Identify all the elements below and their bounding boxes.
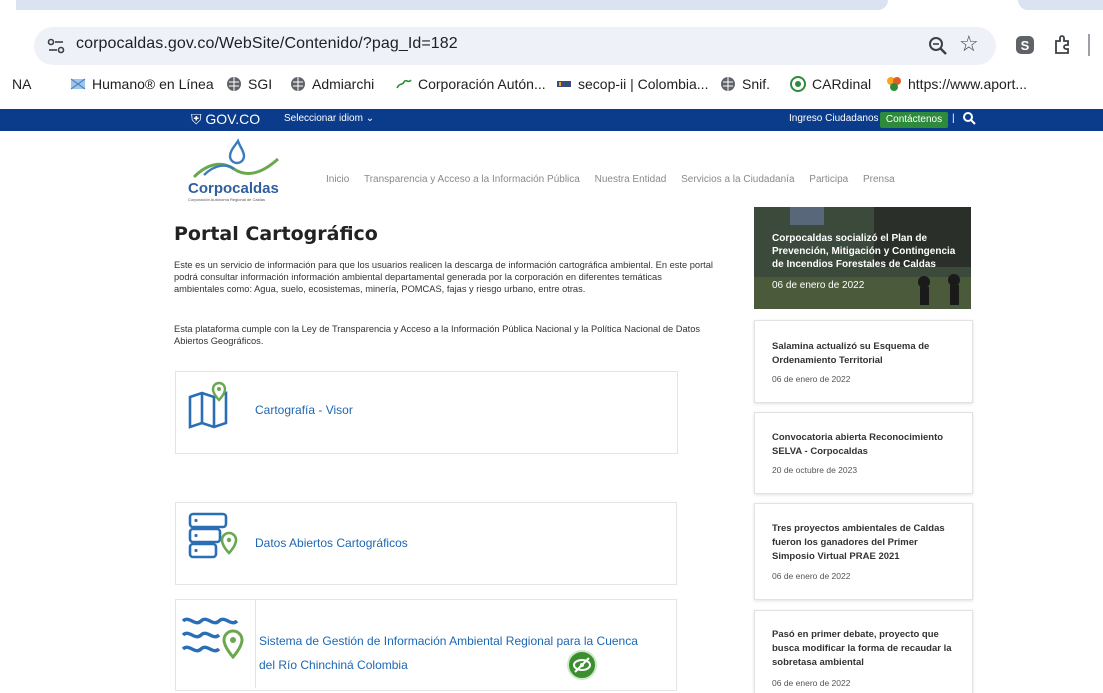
globe-icon xyxy=(227,77,241,91)
card-cartografia-visor[interactable] xyxy=(175,371,678,454)
bookmark-sgi[interactable]: SGI xyxy=(226,76,272,92)
bookmark-na[interactable]: NA xyxy=(12,76,31,92)
eye-off-icon xyxy=(573,657,591,673)
bookmarks-bar: NA Humano® en Línea SGI Admiarchi Corpor… xyxy=(0,73,1103,99)
tab-strip-band xyxy=(16,0,888,10)
zoom-icon[interactable] xyxy=(925,33,951,59)
news-date-4: 06 de enero de 2022 xyxy=(772,678,851,688)
bookmark-aportes[interactable]: https://www.aport... xyxy=(886,76,1027,92)
humano-icon xyxy=(70,78,86,90)
gov-separator: | xyxy=(952,113,955,124)
url-text[interactable]: corpocaldas.gov.co/WebSite/Contenido/?pa… xyxy=(76,35,458,53)
card-title-sistema-line1[interactable]: Sistema de Gestión de Información Ambien… xyxy=(259,634,638,648)
svg-text:Corpocaldas: Corpocaldas xyxy=(188,180,279,197)
card-title-sistema-line2[interactable]: del Río Chinchiná Colombia xyxy=(259,658,408,672)
news-title-4[interactable]: Pasó en primer debate, proyecto que busc… xyxy=(772,628,962,670)
globe-icon xyxy=(291,77,305,91)
tab-strip-band-right xyxy=(1018,0,1103,10)
news-date-3: 06 de enero de 2022 xyxy=(772,571,851,581)
nav-transparencia[interactable]: Transparencia y Acceso a la Información … xyxy=(364,174,580,185)
secop-icon xyxy=(557,81,571,87)
law-paragraph: Esta plataforma cumple con la Ley de Tra… xyxy=(174,324,701,346)
intro-paragraph: Este es un servicio de información para … xyxy=(174,260,713,294)
bookmark-humano[interactable]: Humano® en Línea xyxy=(70,76,214,92)
bookmark-admiarchi[interactable]: Admiarchi xyxy=(290,76,374,92)
search-icon[interactable] xyxy=(962,111,976,125)
card-title-datos-abiertos[interactable]: Datos Abiertos Cartográficos xyxy=(255,536,408,550)
accessibility-button[interactable] xyxy=(567,650,597,680)
cardinal-icon xyxy=(790,76,806,92)
nav-servicios[interactable]: Servicios a la Ciudadanía xyxy=(681,174,794,185)
gov-co-logo[interactable]: ⛨ GOV.CO xyxy=(191,111,260,128)
logo-drop-icon: Corpocaldas Corporación Autónoma Regiona… xyxy=(188,138,279,202)
nav-prensa[interactable]: Prensa xyxy=(863,174,895,185)
bookmark-corporacion[interactable]: Corporación Autón... xyxy=(396,76,546,92)
page-title: Portal Cartográfico xyxy=(174,223,378,245)
site-info-icon[interactable] xyxy=(46,37,66,55)
nav-nuestra-entidad[interactable]: Nuestra Entidad xyxy=(595,174,667,185)
gov-shield-icon: ⛨ xyxy=(191,111,202,127)
news-hero-title[interactable]: Corpocaldas socializó el Plan de Prevenc… xyxy=(772,232,962,271)
corpocaldas-logo[interactable]: Corpocaldas Corporación Autónoma Regiona… xyxy=(186,137,286,205)
extensions-puzzle-icon[interactable] xyxy=(1052,34,1074,56)
main-nav: Inicio Transparencia y Acceso a la Infor… xyxy=(326,174,907,185)
globe-icon xyxy=(721,77,735,91)
svg-text:Corporación Autónoma Regional: Corporación Autónoma Regional de Caldas xyxy=(188,197,265,202)
bookmark-snif[interactable]: Snif. xyxy=(720,76,770,92)
chevron-down-icon: ⌄ xyxy=(365,113,375,124)
map-pin-icon xyxy=(188,381,228,429)
skype-extension-icon[interactable]: S xyxy=(1015,35,1035,55)
card-datos-abiertos[interactable] xyxy=(175,502,677,585)
tab-strip xyxy=(0,0,1103,22)
news-date-1: 06 de enero de 2022 xyxy=(772,374,851,384)
bookmark-star-icon[interactable]: ☆ xyxy=(959,31,979,57)
water-location-icon xyxy=(181,617,244,660)
news-date-2: 20 de octubre de 2023 xyxy=(772,465,858,475)
nav-inicio[interactable]: Inicio xyxy=(326,174,349,185)
news-hero-date: 06 de enero de 2022 xyxy=(772,280,865,291)
svg-text:S: S xyxy=(1021,38,1030,53)
nav-participa[interactable]: Participa xyxy=(809,174,848,185)
toolbar-divider xyxy=(1088,34,1090,56)
bookmark-cardinal[interactable]: CARdinal xyxy=(790,76,871,92)
aportes-icon xyxy=(887,77,901,91)
server-location-icon xyxy=(188,512,238,559)
news-title-2[interactable]: Convocatoria abierta Reconocimiento SELV… xyxy=(772,431,962,459)
bookmark-secop[interactable]: secop-ii | Colombia... xyxy=(556,76,708,92)
language-selector[interactable]: Seleccionar idiom ⌄ xyxy=(284,113,374,124)
citizen-login-link[interactable]: Ingreso Ciudadanos | xyxy=(789,113,884,124)
news-title-3[interactable]: Tres proyectos ambientales de Caldas fue… xyxy=(772,522,962,564)
contact-button[interactable]: Contáctenos xyxy=(880,112,948,128)
corporacion-icon xyxy=(396,79,412,89)
news-title-1[interactable]: Salamina actualizó su Esquema de Ordenam… xyxy=(772,340,962,368)
card-title-cartografia[interactable]: Cartografía - Visor xyxy=(255,403,353,417)
